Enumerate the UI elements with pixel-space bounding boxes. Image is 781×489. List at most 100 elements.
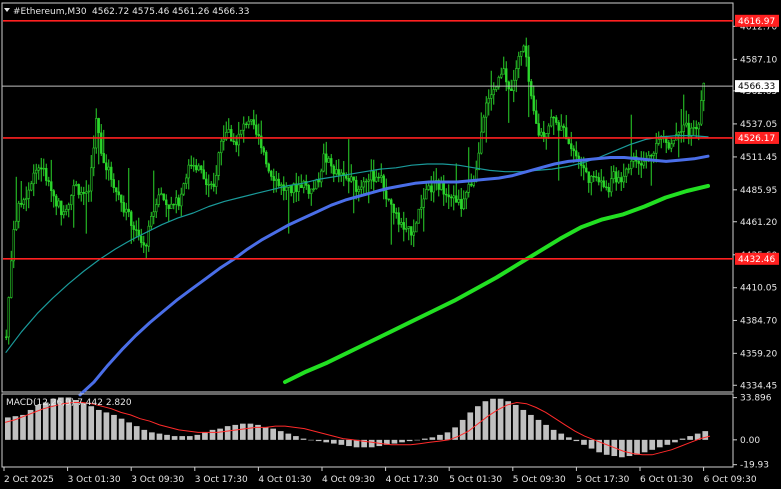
macd-bar xyxy=(702,431,709,440)
time-tick-label: 6 Oct 01:30 xyxy=(640,475,693,485)
candle-body xyxy=(700,100,703,125)
candle-body xyxy=(532,95,535,112)
time-tick-label: 3 Oct 01:30 xyxy=(68,475,121,485)
macd-bar xyxy=(421,438,428,440)
candle-body xyxy=(102,153,105,164)
candle-body xyxy=(357,188,360,192)
candle-body xyxy=(77,184,80,195)
candle-body xyxy=(70,195,73,206)
candle-body xyxy=(297,184,300,192)
candle-body xyxy=(617,177,620,183)
candle-body xyxy=(252,119,255,126)
macd-bar xyxy=(475,406,481,440)
candle-body xyxy=(325,153,328,163)
candle-body xyxy=(20,203,23,205)
candle-body xyxy=(15,220,18,230)
macd-bar xyxy=(103,412,110,440)
candle-body xyxy=(97,118,100,134)
candle-body xyxy=(360,186,363,190)
candle-body xyxy=(300,184,303,189)
candle-body xyxy=(387,198,390,201)
candle-body xyxy=(180,193,183,207)
macd-bar xyxy=(634,439,640,455)
candle-body xyxy=(282,184,285,191)
candle-body xyxy=(480,131,483,154)
candle-body xyxy=(285,187,288,191)
candle-body xyxy=(75,184,78,186)
candle-body xyxy=(222,138,225,142)
candle-body xyxy=(550,116,553,127)
candle-body xyxy=(172,203,175,206)
candle-body xyxy=(527,56,530,82)
candle-body xyxy=(445,193,448,196)
candle-body xyxy=(505,68,508,83)
candle-body xyxy=(567,138,570,144)
candle-body xyxy=(562,125,565,128)
price-tick-label: 4410.05 xyxy=(740,284,777,294)
candle-body xyxy=(200,165,203,171)
candle-body xyxy=(190,164,193,167)
candle-body xyxy=(217,152,220,176)
candle-body xyxy=(95,118,98,149)
candle-body xyxy=(107,166,110,171)
macd-bar xyxy=(664,439,671,445)
macd-bar xyxy=(581,439,587,445)
time-tick-label: 2 Oct 2025 xyxy=(4,475,54,485)
candle-body xyxy=(272,176,275,181)
time-tick-label: 6 Oct 09:30 xyxy=(704,475,757,485)
macd-bar xyxy=(338,439,345,445)
candle-body xyxy=(177,197,180,207)
time-tick-label: 4 Oct 17:30 xyxy=(386,475,439,485)
macd-bar xyxy=(641,439,648,453)
candle-body xyxy=(315,179,318,190)
macd-bar xyxy=(300,438,307,440)
macd-bar xyxy=(293,436,299,440)
macd-bar xyxy=(399,439,405,443)
trading-chart[interactable]: #Ethereum,M30 4562.72 4575.46 4561.26 45… xyxy=(0,0,781,489)
macd-bar xyxy=(262,427,269,440)
macd-bar xyxy=(520,409,527,440)
macd-bar xyxy=(437,434,443,440)
candle-body xyxy=(370,170,373,181)
candle-body xyxy=(25,198,28,201)
candle-body xyxy=(120,194,123,203)
candle-body xyxy=(57,200,60,207)
candle-body xyxy=(160,193,163,196)
price-tick-label: 4511.45 xyxy=(740,153,777,163)
macd-bar xyxy=(459,419,466,440)
candle-body xyxy=(682,124,685,132)
symbol-label: #Ethereum,M30 xyxy=(13,7,87,17)
candle-body xyxy=(485,102,488,118)
price-tick-label: 4359.20 xyxy=(740,349,777,359)
price-tick-label: 4384.70 xyxy=(740,316,777,326)
candle-body xyxy=(410,226,413,236)
time-tick-label: 3 Oct 09:30 xyxy=(131,475,184,485)
macd-bar xyxy=(95,409,102,440)
macd-bar xyxy=(679,438,686,440)
candle-body xyxy=(667,142,670,149)
candle-body xyxy=(637,160,640,164)
candle-body xyxy=(157,194,160,205)
candle-body xyxy=(375,176,378,182)
candle-body xyxy=(355,179,358,192)
candle-body xyxy=(397,212,400,225)
candle-body xyxy=(350,176,353,182)
candle-body xyxy=(347,178,350,182)
level-tag-label: 4616.97 xyxy=(738,17,775,27)
chart-header: #Ethereum,M30 4562.72 4575.46 4561.26 45… xyxy=(4,7,249,17)
candle-body xyxy=(655,143,658,154)
candle-body xyxy=(482,116,485,133)
candle-body xyxy=(680,131,683,133)
candle-body xyxy=(207,184,210,186)
candle-body xyxy=(40,167,43,170)
macd-bar xyxy=(565,437,572,440)
candle-body xyxy=(587,171,590,183)
candle-body xyxy=(650,155,653,157)
candle-body xyxy=(165,199,168,206)
candle-body xyxy=(332,165,335,175)
candle-body xyxy=(205,178,208,185)
macd-bar xyxy=(687,436,693,440)
macd-bar xyxy=(164,434,170,440)
candle-body xyxy=(262,147,265,153)
candle-body xyxy=(520,50,523,57)
